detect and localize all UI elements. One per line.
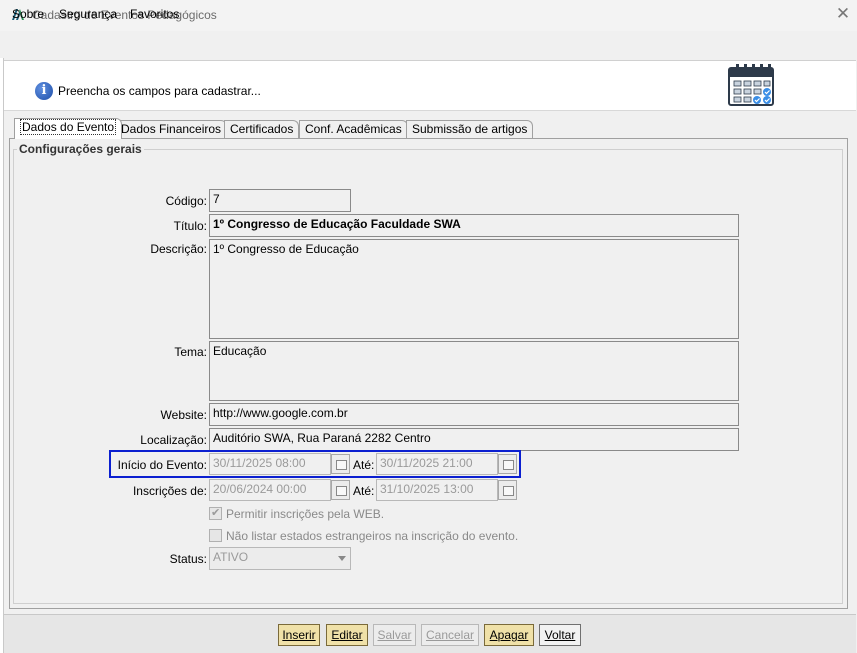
tab-certificados[interactable]: Certificados [224, 120, 300, 138]
codigo-label: Código: [165, 194, 207, 208]
nao-listar-checkbox[interactable] [209, 529, 222, 542]
salvar-button-label: Salvar [377, 628, 412, 642]
inscricoes-to-calendar-icon[interactable] [498, 480, 517, 500]
inicio-from-field[interactable]: 30/11/2025 08:00 [209, 453, 331, 475]
tab-dados-financeiros[interactable]: Dados Financeiros [115, 120, 228, 138]
editar-button-label: Editar [331, 628, 363, 642]
inscricoes-to-field[interactable]: 31/10/2025 13:00 [376, 479, 498, 501]
tema-field[interactable]: Educação [209, 341, 739, 401]
group-title: Configurações gerais [17, 142, 144, 156]
tab-submissao-de-artigos[interactable]: Submissão de artigos [406, 120, 534, 138]
voltar-button[interactable]: Voltar [539, 624, 581, 646]
editar-button[interactable]: Editar [326, 624, 368, 646]
status-label: Status: [169, 552, 207, 566]
menu-sobre[interactable]: Sobre [12, 7, 44, 21]
inicio-from-calendar-icon[interactable] [331, 454, 350, 474]
inicio-ate-label: Até: [353, 458, 375, 472]
tab-conf-academicas[interactable]: Conf. Acadêmicas [299, 120, 408, 138]
menu-seguranca[interactable]: Segurança [59, 7, 117, 21]
inserir-button-label: Inserir [282, 628, 316, 642]
menu-bar [0, 31, 857, 58]
tab-dados-do-evento-label: Dados do Evento [20, 119, 117, 135]
info-icon: i [35, 82, 53, 100]
descricao-label: Descrição: [150, 242, 207, 256]
inicio-to-field[interactable]: 30/11/2025 21:00 [376, 453, 498, 475]
cancelar-button-label: Cancelar [425, 628, 475, 642]
chevron-down-icon [338, 556, 346, 561]
permitir-web-label: Permitir inscrições pela WEB. [226, 507, 385, 521]
salvar-button[interactable]: Salvar [373, 624, 416, 646]
voltar-button-label: Voltar [544, 628, 576, 642]
inserir-button[interactable]: Inserir [278, 624, 320, 646]
menu-favoritos[interactable]: Favoritos [130, 7, 179, 21]
close-icon[interactable]: ✕ [832, 3, 854, 25]
calendar-checklist-icon [728, 64, 774, 106]
inscricoes-from-calendar-icon[interactable] [331, 480, 350, 500]
localizacao-field[interactable]: Auditório SWA, Rua Paraná 2282 Centro [209, 428, 739, 451]
permitir-web-checkbox[interactable] [209, 506, 222, 520]
info-message: Preencha os campos para cadastrar... [58, 84, 261, 98]
website-field[interactable]: http://www.google.com.br [209, 403, 739, 426]
codigo-field[interactable]: 7 [209, 189, 351, 212]
inicio-label: Início do Evento: [117, 458, 207, 472]
titulo-field[interactable]: 1º Congresso de Educação Faculdade SWA [209, 214, 739, 237]
apagar-button-label: Apagar [489, 628, 529, 642]
website-label: Website: [160, 408, 207, 422]
nao-listar-label: Não listar estados estrangeiros na inscr… [226, 529, 519, 543]
inicio-to-calendar-icon[interactable] [498, 454, 517, 474]
titulo-label: Título: [173, 219, 207, 233]
tab-dados-do-evento[interactable]: Dados do Evento [14, 118, 123, 139]
status-select[interactable]: ATIVO [209, 547, 351, 570]
descricao-field[interactable]: 1º Congresso de Educação [209, 239, 739, 339]
apagar-button[interactable]: Apagar [484, 624, 534, 646]
tema-label: Tema: [174, 345, 207, 359]
status-value: ATIVO [213, 550, 249, 564]
cancelar-button[interactable]: Cancelar [421, 624, 479, 646]
inscricoes-ate-label: Até: [353, 484, 375, 498]
inscricoes-label: Inscrições de: [132, 484, 207, 498]
inscricoes-from-field[interactable]: 20/06/2024 00:00 [209, 479, 331, 501]
localizacao-label: Localização: [140, 433, 207, 447]
